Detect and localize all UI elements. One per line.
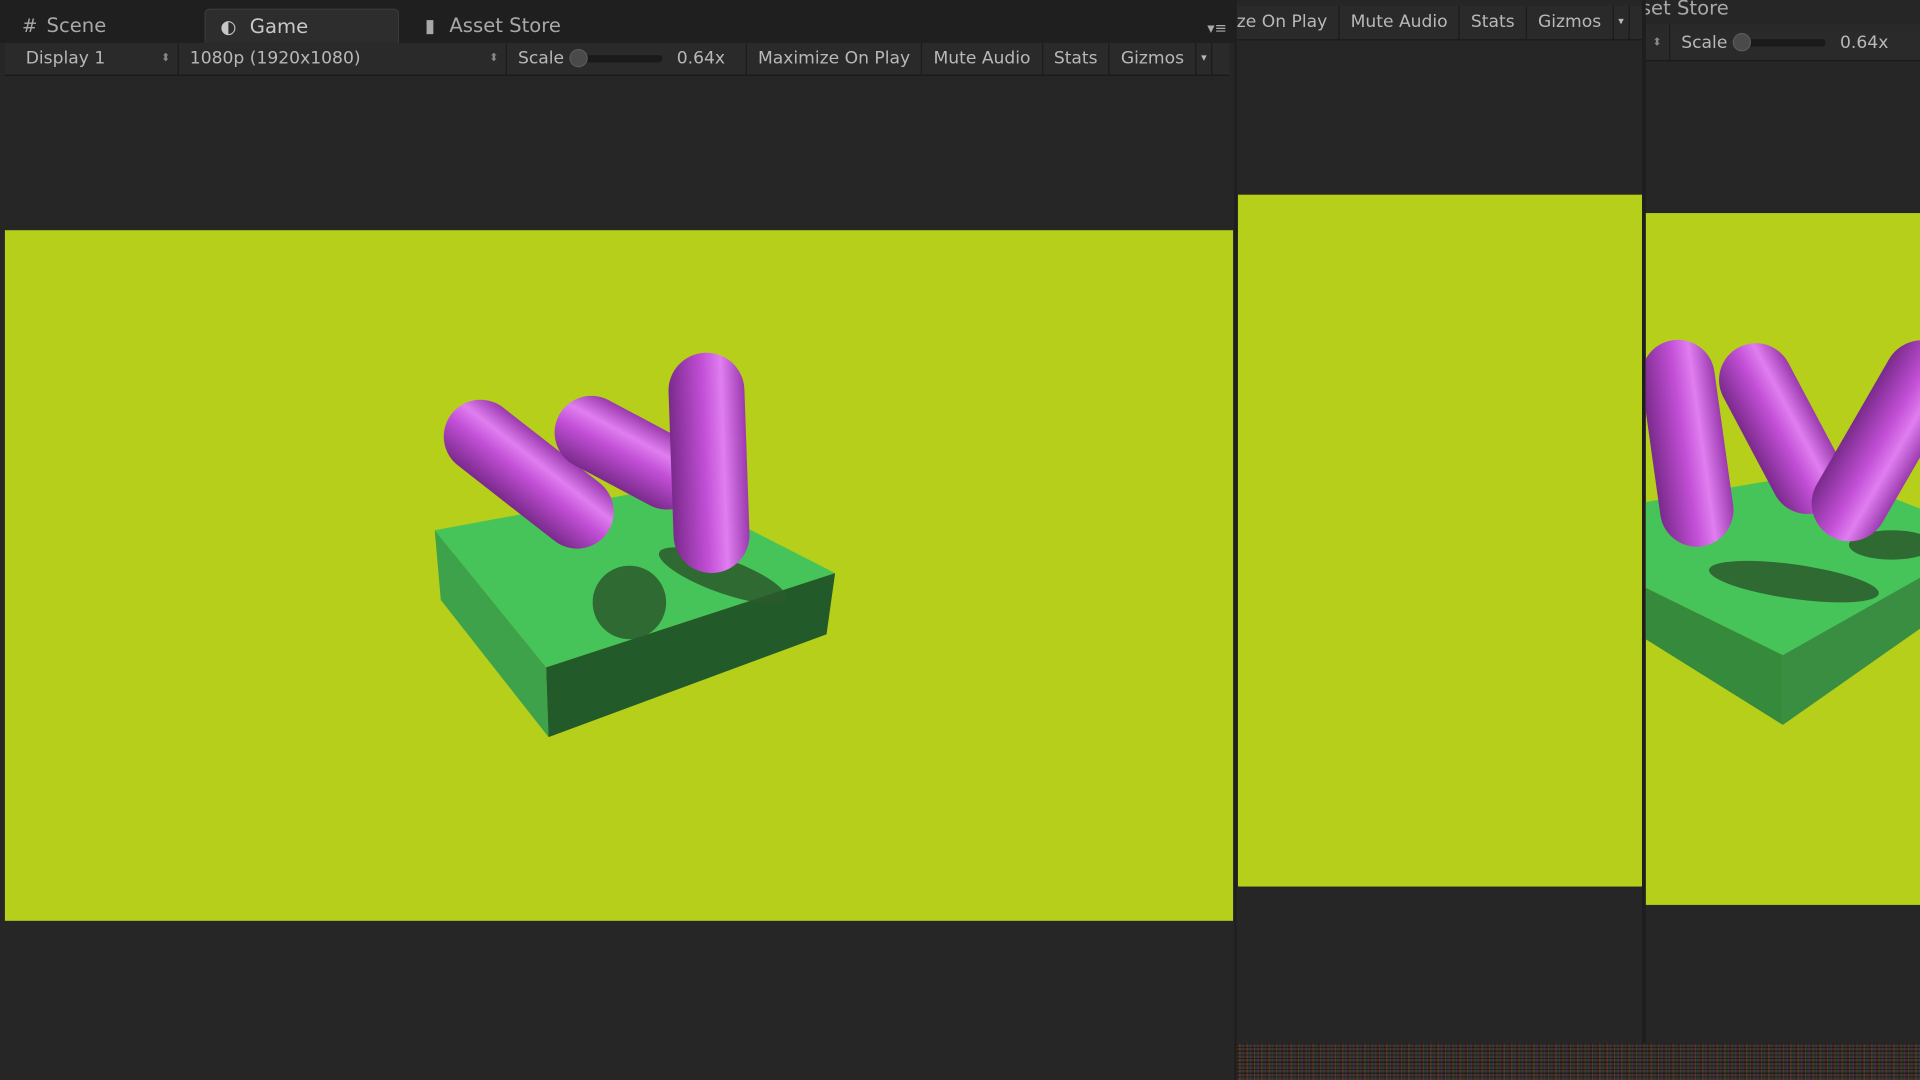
- scene-left: [434, 352, 836, 738]
- scene-render: [434, 339, 1920, 738]
- scene-right: [1645, 339, 1920, 725]
- capsule: [668, 352, 750, 574]
- capsule-shadow: [592, 565, 667, 640]
